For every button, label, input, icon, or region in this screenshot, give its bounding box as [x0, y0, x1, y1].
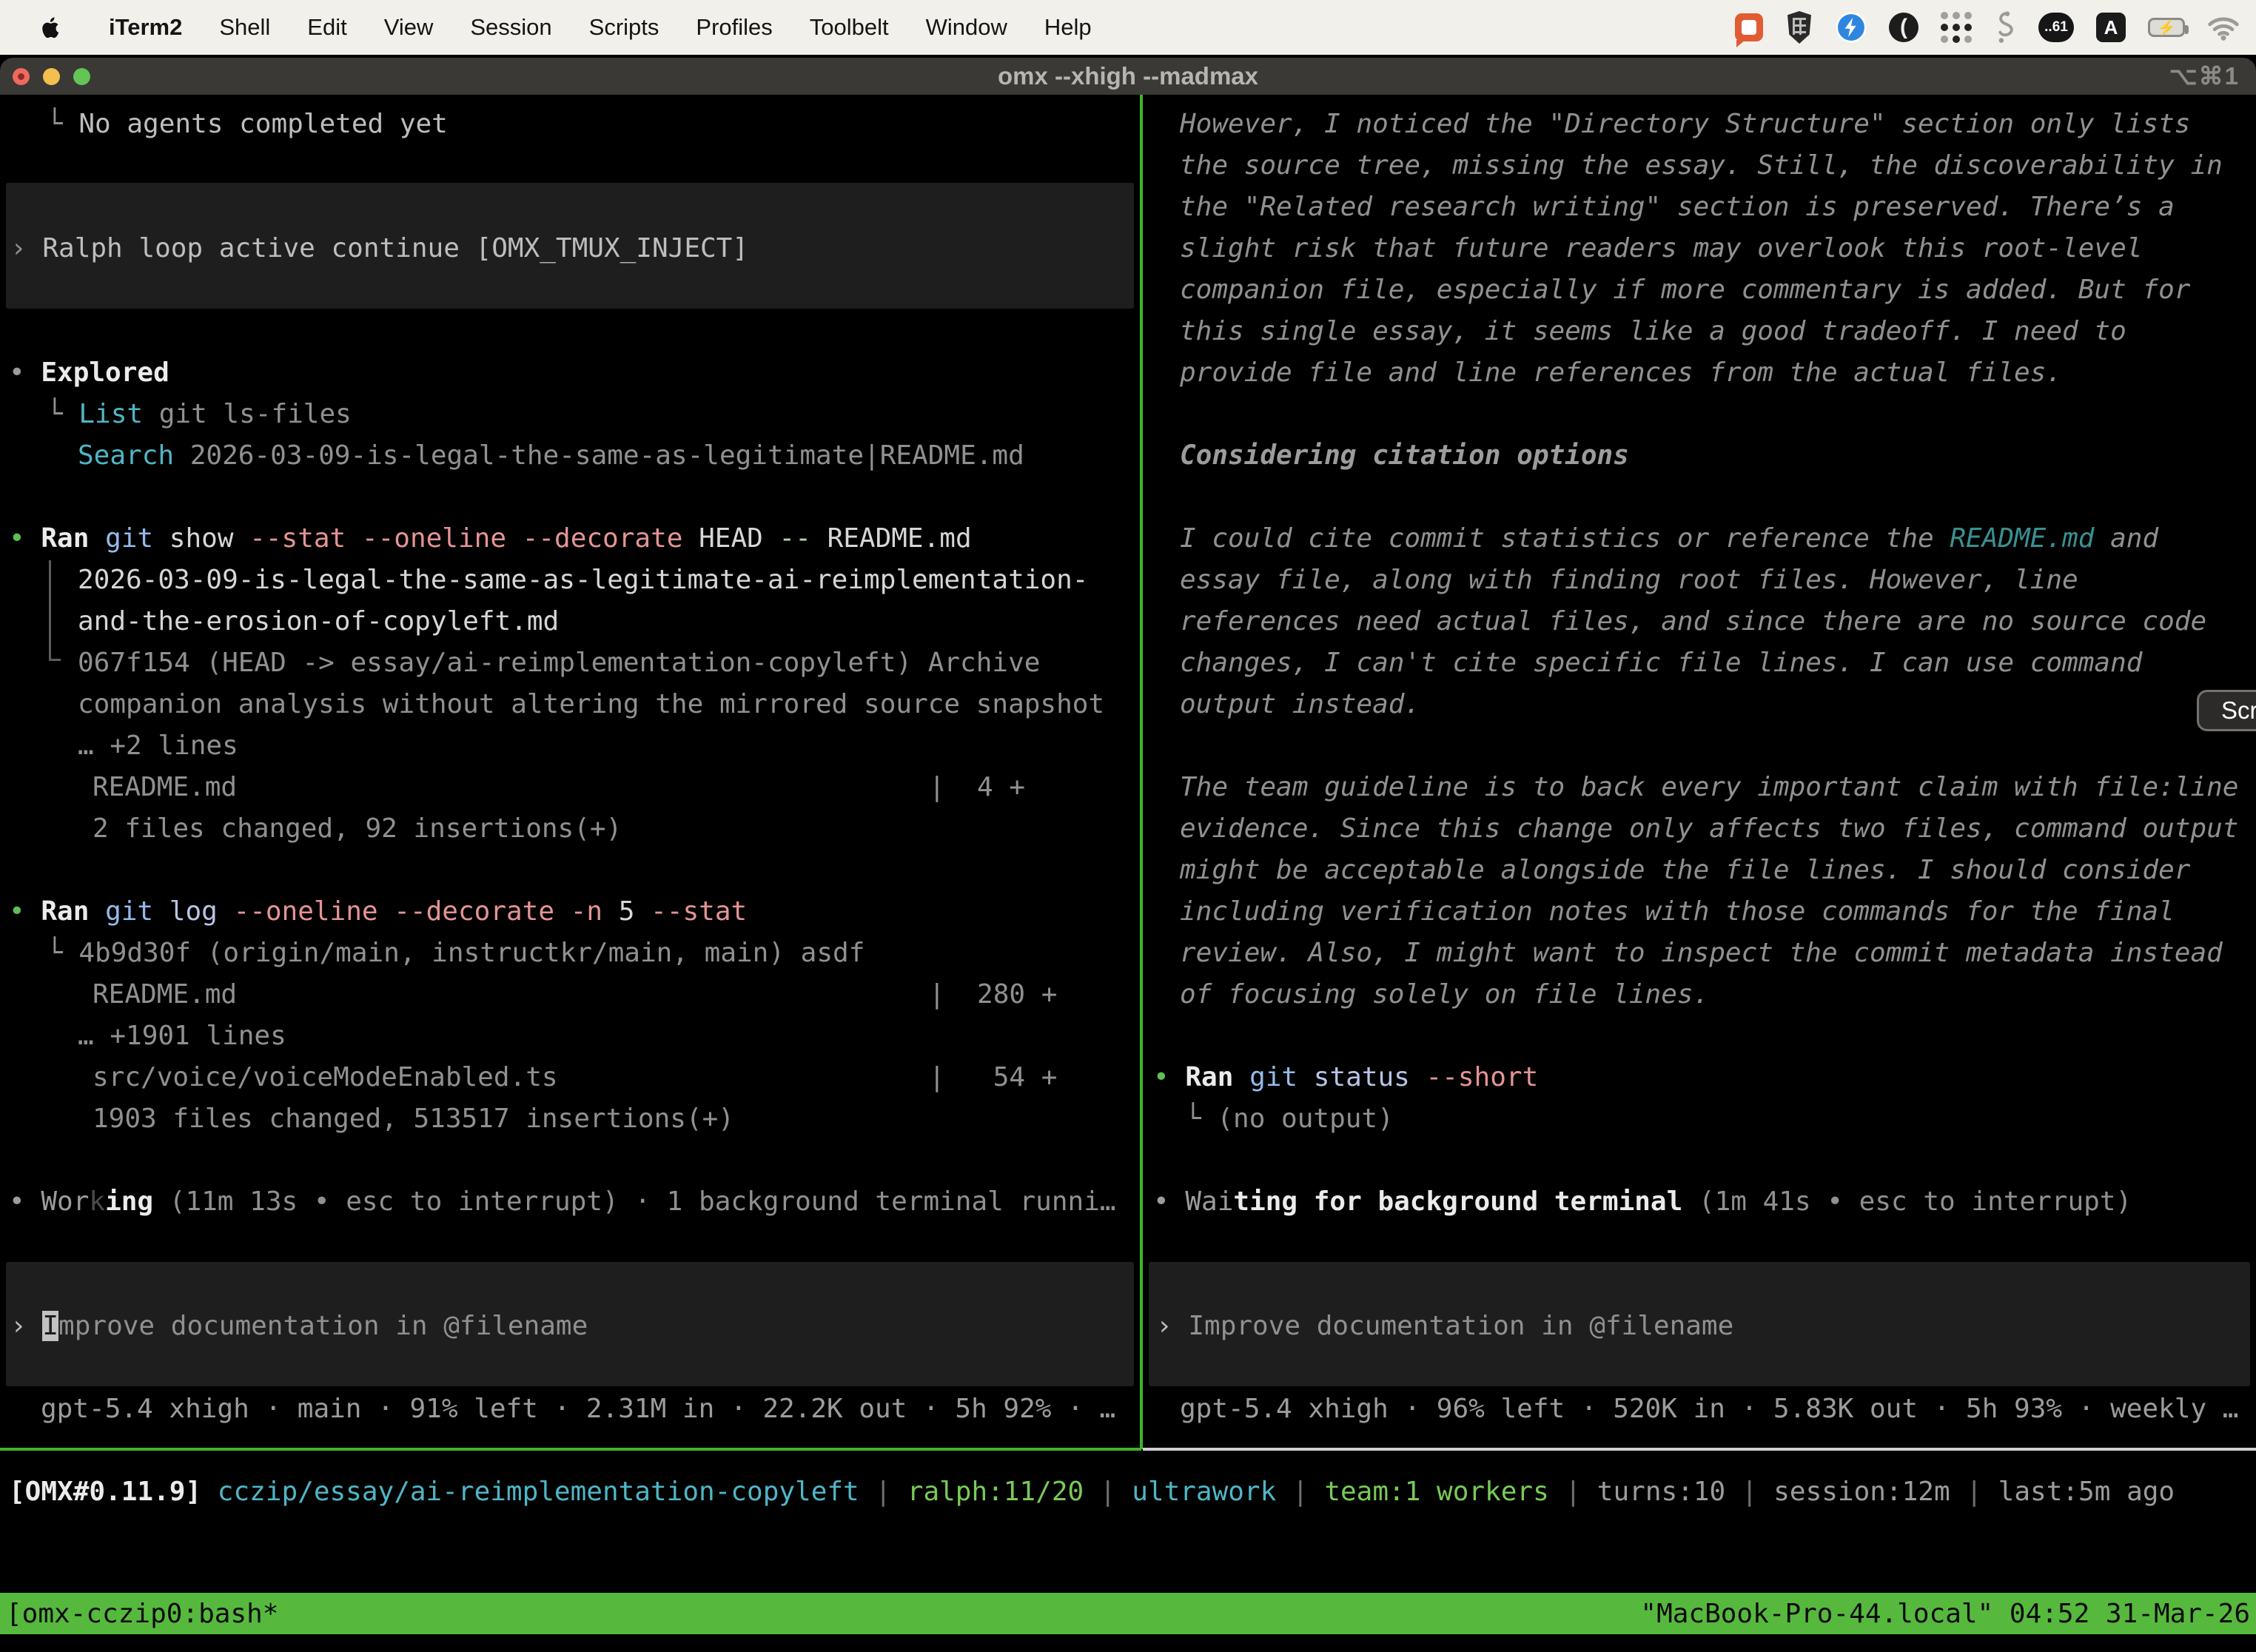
screen: iTerm2ShellEditViewSessionScriptsProfile… — [0, 0, 2256, 1652]
screen-share-button[interactable]: Scre — [2197, 690, 2256, 731]
terminal-content: └ No agents completed yet› Ralph loop ac… — [0, 95, 2256, 1652]
omx-status-line: [OMX#0.11.9] cczip/essay/ai-reimplementa… — [9, 0, 2256, 1652]
tmux-host-clock-label: "MacBook-Pro-44.local" 04:52 31-Mar-26 — [1640, 1599, 2250, 1629]
tmux-status-bar: [omx-cczip0:bash* "MacBook-Pro-44.local"… — [0, 1593, 2256, 1634]
tmux-session-label[interactable]: [omx-cczip0:bash* — [6, 1599, 278, 1629]
terminal-line-bottom-pane-0: [OMX#0.11.9] cczip/essay/ai-reimplementa… — [9, 1471, 2175, 1513]
